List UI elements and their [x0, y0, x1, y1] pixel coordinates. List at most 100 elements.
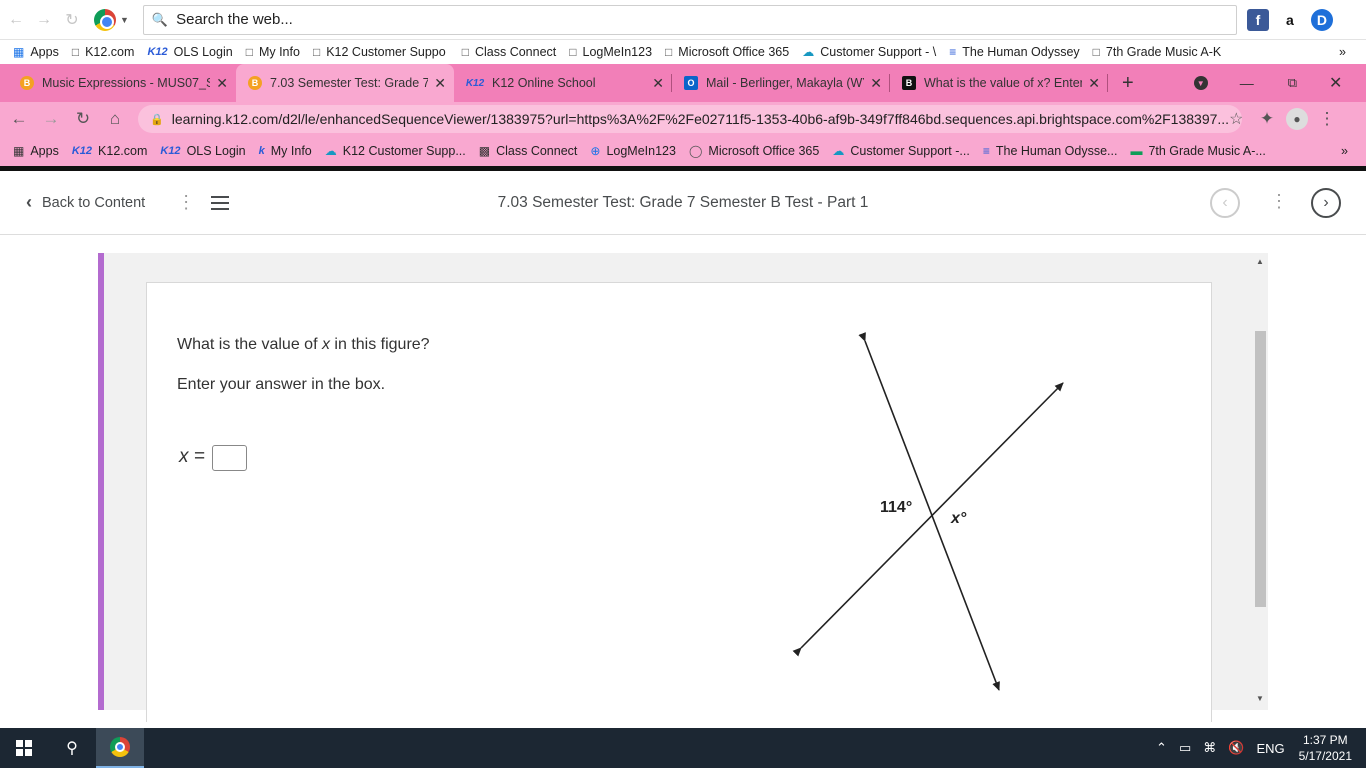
chevron-right-icon: › [1323, 194, 1329, 211]
home-icon[interactable]: ⌂ [102, 106, 128, 132]
chevron-up-icon[interactable]: ⌃ [1156, 740, 1167, 756]
menu-kebab-icon[interactable]: ⋮ [1314, 106, 1340, 132]
bookmark-label: OLS Login [173, 45, 233, 59]
page-icon: □ [461, 45, 469, 59]
battery-icon[interactable]: ▭ [1179, 740, 1191, 756]
clock-time: 1:37 PM [1302, 733, 1348, 747]
clock[interactable]: 1:37 PM 5/17/2021 [1299, 732, 1352, 764]
more-bookmarks-icon[interactable]: » [1341, 144, 1348, 158]
profile-avatar-icon[interactable]: ● [1286, 108, 1308, 130]
globe-icon: ◯ [688, 144, 703, 158]
amazon-icon[interactable]: a [1279, 9, 1301, 31]
tab-search-icon[interactable]: ▼ [1193, 76, 1208, 90]
extensions-puzzle-icon[interactable]: ✦ [1254, 106, 1280, 132]
chevron-down-icon[interactable]: ▼ [120, 15, 129, 25]
restore-icon[interactable]: ⧉ [1288, 75, 1297, 91]
volume-muted-icon[interactable]: 🔇 [1228, 740, 1244, 756]
language-indicator[interactable]: ENG [1256, 741, 1284, 756]
minimize-icon[interactable]: — [1240, 75, 1254, 91]
angle-label-114: 114° [880, 499, 912, 516]
forward-arrow-icon[interactable]: → [38, 106, 64, 132]
bookmark-apps[interactable]: ▦ Apps [13, 45, 59, 59]
tab-label: Music Expressions - MUS07_S [42, 76, 211, 90]
bookmarks-bar: ▦ Apps K12 K12.com K12 OLS Login k My Info ☁… [0, 136, 1366, 166]
forward-arrow-icon[interactable]: → [32, 8, 56, 32]
content-area: What is the value of x in this figure? E… [0, 235, 1366, 728]
chevron-left-icon: ‹ [1222, 194, 1228, 211]
bookmark-customer-support[interactable]: ☁ Customer Support -... [832, 144, 970, 158]
scrollbar[interactable]: ▲ ▼ [1253, 253, 1268, 710]
menu-hamburger-icon[interactable] [211, 195, 230, 210]
reload-icon[interactable]: ↻ [70, 106, 96, 132]
bookmark-human-odyssey[interactable]: ≡ The Human Odyssey [949, 45, 1079, 59]
sequence-header: ‹ Back to Content ⋮ 7.03 Semester Test: … [0, 171, 1366, 235]
bookmark-customer-support[interactable]: ☁ Customer Support - \ [802, 45, 936, 59]
close-icon[interactable]: ✕ [216, 75, 228, 92]
close-icon[interactable]: ✕ [652, 75, 664, 92]
bookmark-label: Microsoft Office 365 [678, 45, 790, 59]
scroll-up-icon[interactable]: ▲ [1256, 257, 1264, 266]
back-to-content-link[interactable]: ‹ Back to Content [26, 192, 145, 213]
close-icon[interactable]: ✕ [434, 75, 446, 92]
bookmark-k12[interactable]: □ K12.com [72, 45, 135, 59]
bookmark-office365[interactable]: ◯ Microsoft Office 365 [689, 144, 819, 158]
bookmark-apps[interactable]: ▦ Apps [13, 144, 59, 158]
tab-mail[interactable]: O Mail - Berlinger, Makayla (WY ✕ [672, 64, 890, 102]
bookmark-ols-login[interactable]: K12 OLS Login [147, 45, 232, 59]
next-button[interactable]: › [1311, 188, 1341, 218]
page-icon: □ [71, 45, 80, 59]
bookmark-human-odyssey[interactable]: ≡ The Human Odysse... [983, 144, 1118, 158]
tab-semester-test[interactable]: B 7.03 Semester Test: Grade 7 S ✕ [236, 64, 454, 102]
bookmark-k12-support[interactable]: ☁ K12 Customer Supp... [325, 144, 466, 158]
taskbar-search-icon[interactable]: ⚲ [48, 728, 96, 768]
divider-dots-icon: ⋮ [1270, 191, 1288, 211]
windows-start-icon[interactable] [0, 728, 48, 768]
tab-strip: B Music Expressions - MUS07_S ✕ B 7.03 S… [0, 64, 1366, 102]
scroll-thumb[interactable] [1255, 331, 1266, 607]
chrome-logo-icon[interactable] [94, 8, 116, 31]
back-arrow-icon[interactable]: ← [6, 106, 32, 132]
facebook-icon[interactable]: f [1246, 8, 1269, 31]
reload-icon[interactable]: ↻ [60, 8, 84, 32]
tab-brainly[interactable]: B What is the value of x? Enter ✕ [890, 64, 1108, 102]
bookmark-my-info[interactable]: k My Info [259, 144, 312, 158]
bookmark-office365[interactable]: □ Microsoft Office 365 [665, 45, 789, 59]
bookmark-music[interactable]: □ 7th Grade Music A-K [1093, 45, 1222, 59]
taskbar-chrome-icon[interactable] [96, 728, 144, 768]
bookmark-logmein[interactable]: ⊕ LogMeIn123 [590, 144, 676, 158]
plus-circle-icon: ⊕ [590, 144, 601, 158]
brightspace-icon: B [20, 76, 34, 90]
bookmark-class-connect[interactable]: ▩ Class Connect [479, 144, 578, 158]
bookmark-label: Class Connect [496, 144, 578, 158]
new-tab-plus-icon[interactable]: + [1122, 72, 1134, 95]
bookmarks-bar-top: ▦ Apps □ K12.com K12 OLS Login □ My Info □ K1… [0, 40, 1366, 64]
bookmark-star-icon[interactable]: ☆ [1229, 109, 1242, 129]
tab-music-expressions[interactable]: B Music Expressions - MUS07_S ✕ [8, 64, 236, 102]
search-input[interactable]: 🔍 Search the web... [142, 4, 1237, 35]
question-instruction: Enter your answer in the box. [177, 376, 386, 393]
previous-button[interactable]: ‹ [1210, 188, 1240, 218]
bookmark-ols-login[interactable]: K12 OLS Login [160, 144, 245, 158]
bookmark-class-connect[interactable]: □ Class Connect [462, 45, 557, 59]
close-icon[interactable]: ✕ [870, 75, 882, 92]
bookmark-logmein[interactable]: □ LogMeIn123 [569, 45, 652, 59]
search-placeholder: Search the web... [176, 11, 293, 28]
close-icon[interactable]: ✕ [1088, 75, 1100, 92]
bookmark-k12-support[interactable]: □ K12 Customer Suppo [313, 45, 446, 59]
bookmark-label: K12 Customer Supp... [342, 144, 466, 158]
back-arrow-icon[interactable]: ← [4, 8, 28, 32]
profile-d-icon[interactable]: D [1310, 8, 1333, 31]
bookmark-music[interactable]: ▬ 7th Grade Music A-... [1130, 144, 1265, 158]
answer-input[interactable] [212, 445, 247, 471]
bookmark-k12[interactable]: K12 K12.com [72, 144, 148, 158]
scroll-down-icon[interactable]: ▼ [1256, 694, 1264, 703]
bookmark-my-info[interactable]: □ My Info [246, 45, 300, 59]
apps-grid-icon: ▦ [13, 45, 25, 59]
tab-k12-online[interactable]: K12 K12 Online School ✕ [454, 64, 672, 102]
more-bookmarks-icon[interactable]: » [1339, 45, 1346, 59]
window-close-icon[interactable]: ✕ [1329, 73, 1342, 93]
page-icon: □ [665, 45, 673, 59]
wifi-icon[interactable]: ⌘ [1203, 740, 1216, 756]
bookmark-label: My Info [270, 144, 312, 158]
url-field[interactable]: 🔒 learning.k12.com/d2l/le/enhancedSequen… [138, 105, 1242, 133]
